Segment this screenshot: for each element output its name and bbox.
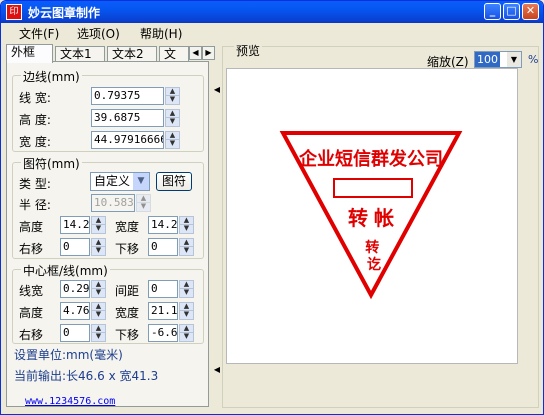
website-link[interactable]: www.1234576.com <box>25 396 115 407</box>
center-down-input[interactable]: -6.6 <box>148 324 178 342</box>
symbol-down-label: 下移 <box>115 242 140 256</box>
center-width-label: 宽度 <box>115 306 140 320</box>
app-stamp-icon: 印 <box>6 4 22 20</box>
center-line-width-spinner[interactable]: ▲ ▼ <box>91 280 106 298</box>
symbol-right-label: 右移 <box>19 242 44 256</box>
symbol-width-input[interactable]: 14.2 <box>148 216 178 234</box>
stamp-preview: 企业短信群发公司 转帐 转 讫 <box>279 131 463 300</box>
menu-bar: 文件(F) 选项(O) 帮助(H) <box>1 23 543 41</box>
symbol-right-input[interactable]: 0 <box>60 238 90 256</box>
radius-input: 10.5833 <box>91 194 135 212</box>
preview-label: 预览 <box>234 42 263 59</box>
stamp-center-box <box>333 178 413 198</box>
center-height-input[interactable]: 4.76 <box>60 302 90 320</box>
center-line-width-label: 线宽 <box>19 284 44 298</box>
center-line-width-input[interactable]: 0.29 <box>60 280 90 298</box>
close-button[interactable]: ✕ <box>522 3 539 20</box>
app-window: 印 妙云图章制作 _ □ ✕ 文件(F) 选项(O) 帮助(H) 外框 文本1 … <box>0 0 544 415</box>
line-width-input[interactable]: 0.79375 <box>91 87 164 105</box>
menu-help[interactable]: 帮助(H) <box>140 25 182 42</box>
symbol-type-value: 自定义 <box>94 174 131 188</box>
line-width-spinner[interactable]: ▲ ▼ <box>165 87 180 105</box>
center-height-spinner[interactable]: ▲ ▼ <box>91 302 106 320</box>
tab-scroll-left-icon[interactable]: ◀ <box>189 46 202 60</box>
output-size-text: 当前输出:长46.6 x 宽41.3 <box>14 369 159 383</box>
chevron-down-icon[interactable]: ▼ <box>507 52 521 67</box>
symbol-height-spinner[interactable]: ▲ ▼ <box>91 216 106 234</box>
height-label: 高 度: <box>19 113 51 127</box>
border-group-title: 边线(mm) <box>21 68 82 85</box>
spacing-label: 间距 <box>115 284 140 298</box>
collapse-arrow-icon[interactable]: ◀ <box>213 85 221 94</box>
width-spinner[interactable]: ▲ ▼ <box>165 131 180 149</box>
width-input[interactable]: 44.97916666 <box>91 131 164 149</box>
tab-text1[interactable]: 文本1 <box>55 46 105 62</box>
stamp-bottom-text: 转 讫 <box>365 239 383 273</box>
symbol-button[interactable]: 图符 <box>156 172 192 191</box>
radius-label: 半 径: <box>19 198 51 212</box>
symbol-down-spinner[interactable]: ▲ ▼ <box>179 238 194 256</box>
center-group-title: 中心框/线(mm) <box>21 262 110 279</box>
height-spinner[interactable]: ▲ ▼ <box>165 109 180 127</box>
symbol-type-label: 类 型: <box>19 177 51 191</box>
border-line-group: 边线(mm) 线 宽: 0.79375 ▲ ▼ 高 度: 39.6875 ▲ ▼ 宽… <box>12 68 204 152</box>
symbol-width-spinner[interactable]: ▲ ▼ <box>179 216 194 234</box>
stamp-top-text: 企业短信群发公司 <box>298 148 443 169</box>
spacing-spinner[interactable]: ▲ ▼ <box>179 280 194 298</box>
units-text: 设置单位:mm(毫米) <box>14 348 123 362</box>
zoom-percent: % <box>528 53 539 66</box>
preview-canvas[interactable]: 企业短信群发公司 转帐 转 讫 <box>226 68 518 364</box>
zoom-select[interactable]: 100 ▼ <box>474 51 522 68</box>
center-width-spinner[interactable]: ▲ ▼ <box>179 302 194 320</box>
center-height-label: 高度 <box>19 306 44 320</box>
tab-strip: 外框 文本1 文本2 文本 ◀ ▶ <box>6 44 216 75</box>
minimize-button[interactable]: _ <box>484 3 501 20</box>
center-down-spinner[interactable]: ▲ ▼ <box>179 324 194 342</box>
symbol-height-input[interactable]: 14.2 <box>60 216 90 234</box>
symbol-group: 图符(mm) 类 型: 自定义 ▼ 图符 半 径: 10.5833 ▲▼ 高度 … <box>12 155 204 259</box>
title-bar[interactable]: 印 妙云图章制作 _ □ ✕ <box>1 1 543 23</box>
center-down-label: 下移 <box>115 328 140 342</box>
spacing-input[interactable]: 0 <box>148 280 178 298</box>
expand-arrow-icon[interactable]: ◀ <box>213 365 221 374</box>
symbol-width-label: 宽度 <box>115 220 140 234</box>
center-right-label: 右移 <box>19 328 44 342</box>
symbol-right-spinner[interactable]: ▲ ▼ <box>91 238 106 256</box>
symbol-height-label: 高度 <box>19 220 44 234</box>
height-input[interactable]: 39.6875 <box>91 109 164 127</box>
maximize-button[interactable]: □ <box>503 3 520 20</box>
tab-text3[interactable]: 文本 <box>159 46 189 75</box>
width-label: 宽 度: <box>19 135 51 149</box>
zoom-value: 100 <box>475 52 500 67</box>
center-frame-group: 中心框/线(mm) 线宽 0.29 ▲ ▼ 间距 0 ▲ ▼ 高度 4.76 ▲ ▼ … <box>12 262 204 344</box>
stamp-bottom-text-group: 转 讫 <box>365 239 383 273</box>
center-right-input[interactable]: 0 <box>60 324 90 342</box>
tab-outer-frame[interactable]: 外框 <box>6 44 53 63</box>
menu-file[interactable]: 文件(F) <box>19 25 59 42</box>
symbol-type-select[interactable]: 自定义 ▼ <box>90 172 150 191</box>
menu-options[interactable]: 选项(O) <box>77 25 120 42</box>
symbol-group-title: 图符(mm) <box>21 155 82 172</box>
tab-text2[interactable]: 文本2 <box>107 46 157 62</box>
center-right-spinner[interactable]: ▲ ▼ <box>91 324 106 342</box>
radius-spinner: ▲ ▼ <box>136 194 151 212</box>
window-title: 妙云图章制作 <box>28 6 101 20</box>
stamp-middle-text: 转帐 <box>348 206 400 230</box>
line-width-label: 线 宽: <box>19 91 51 105</box>
center-width-input[interactable]: 21.1 <box>148 302 178 320</box>
symbol-down-input[interactable]: 0 <box>148 238 178 256</box>
chevron-down-icon[interactable]: ▼ <box>133 173 149 190</box>
